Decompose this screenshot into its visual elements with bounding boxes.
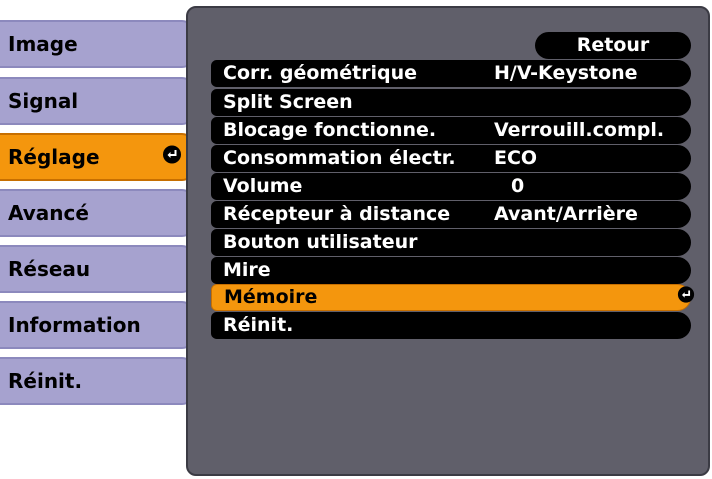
sidebar-item-label: Avancé [8,201,89,225]
menu-row-volume[interactable]: Volume 0 [211,173,691,200]
sidebar-item-label: Réseau [8,257,91,281]
menu-row-remote[interactable]: Récepteur à distance Avant/Arrière [211,201,691,228]
row-label: Blocage fonctionne. [223,119,437,141]
menu-row-user-button[interactable]: Bouton utilisateur [211,229,691,256]
menu-row-memory[interactable]: Mémoire [211,284,695,311]
sidebar-item-reseau[interactable]: Réseau [0,245,194,293]
row-label: Mire [223,259,271,281]
sidebar-item-signal[interactable]: Signal [0,77,194,125]
row-label: Mémoire [224,286,318,308]
row-label: Consommation électr. [223,147,456,169]
row-value: Verrouill.compl. [494,119,665,141]
back-button[interactable]: Retour [535,32,691,59]
row-label: Split Screen [223,91,353,113]
row-value: H/V-Keystone [494,62,638,84]
menu-row-lock[interactable]: Blocage fonctionne. Verrouill.compl. [211,117,691,144]
menu-row-split-screen[interactable]: Split Screen [211,89,691,116]
sidebar-item-label: Image [8,32,78,56]
row-value: 0 [511,175,525,197]
sidebar-item-label: Réinit. [8,369,83,393]
enter-icon [162,145,182,170]
row-value: ECO [494,147,538,169]
sidebar-item-label: Réglage [8,145,100,169]
enter-icon [677,285,695,310]
sidebar-item-image[interactable]: Image [0,20,194,68]
row-label: Réinit. [223,314,294,336]
sidebar-item-reinit[interactable]: Réinit. [0,357,194,405]
row-label: Volume [223,175,303,197]
sidebar-item-information[interactable]: Information [0,301,194,349]
row-label: Corr. géométrique [223,62,418,84]
row-label: Récepteur à distance [223,203,451,225]
menu-row-pattern[interactable]: Mire [211,257,691,284]
sidebar-item-label: Information [8,313,141,337]
sidebar-item-label: Signal [8,89,79,113]
sidebar-item-reglage[interactable]: Réglage [0,133,194,181]
menu-row-reset[interactable]: Réinit. [211,312,691,339]
row-value: Avant/Arrière [494,203,638,225]
sidebar-item-avance[interactable]: Avancé [0,189,194,237]
menu-row-power[interactable]: Consommation électr. ECO [211,145,691,172]
menu-row-keystone[interactable]: Corr. géométrique H/V-Keystone [211,60,691,87]
row-label: Bouton utilisateur [223,231,418,253]
